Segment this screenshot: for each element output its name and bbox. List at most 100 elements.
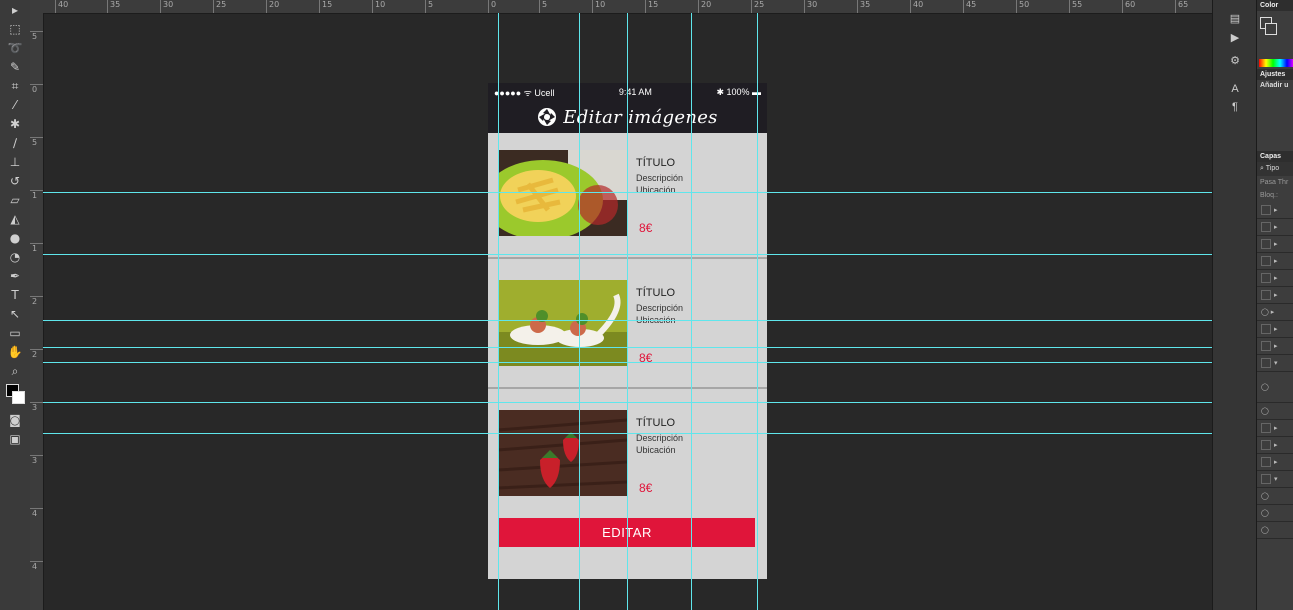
paragraph-icon[interactable]: ¶ [1213,101,1257,113]
layer-row[interactable]: ▸ [1257,338,1293,355]
paint-bucket-icon[interactable]: ◭ [4,211,26,228]
color-panel-header[interactable]: Color [1257,0,1293,11]
time-label: 9:41 AM [618,87,652,97]
ruler-top-tick: 15 [319,0,332,13]
ruler-left-tick: 0 [30,84,43,95]
path-select-icon[interactable]: ↖ [4,306,26,323]
layer-row[interactable]: ◯ [1257,403,1293,420]
carrier-label: ●●●●● ᯤ Ucell [494,87,555,98]
color-swatch-icon[interactable] [4,382,26,410]
guide-vertical[interactable] [757,13,758,610]
properties-icon[interactable]: ⚙ [1213,54,1257,67]
camera-shutter-icon [538,108,557,126]
ruler-left-tick: 2 [30,296,43,307]
type-icon[interactable]: T [4,287,26,304]
adjustments-subtitle: Añadir u [1260,82,1289,89]
adjustments-panel-header[interactable]: Ajustes [1257,69,1293,80]
layer-row[interactable]: ◯ [1257,488,1293,505]
ruler-top-tick: 50 [1016,0,1029,13]
ruler-top-tick: 10 [592,0,605,13]
item-description: Descripción [636,173,684,183]
eyedropper-icon[interactable]: ⁄ [4,97,26,114]
lasso-icon[interactable]: ➰ [4,40,26,57]
ruler-top-tick: 0 [488,0,496,13]
ruler-top: 40 35 30 25 20 15 10 5 0 5 10 15 20 25 3… [30,0,1212,14]
layer-row[interactable]: ▸ [1257,437,1293,454]
clone-stamp-icon[interactable]: ⊥ [4,154,26,171]
guide-vertical[interactable] [627,13,628,610]
hand-icon[interactable]: ✋ [4,344,26,361]
ruler-top-tick: 40 [55,0,68,13]
ruler-top-tick: 30 [160,0,173,13]
item-location: Ubicación [636,445,676,455]
guide-vertical[interactable] [579,13,580,610]
guide-vertical[interactable] [691,13,692,610]
ruler-top-tick: 30 [804,0,817,13]
strawberries-photo [498,410,627,496]
history-brush-icon[interactable]: ↺ [4,173,26,190]
layer-row[interactable]: ▾ [1257,355,1293,372]
tools-panel: ▸ ⬚ ➰ ✎ ⌗ ⁄ ✱ ∕ ⊥ ↺ ▱ ◭ ● ◔ ✒ T ↖ ▭ ✋ ⌕ … [0,0,31,610]
ruler-top-tick: 10 [372,0,385,13]
layer-row[interactable]: ▸ [1257,420,1293,437]
layer-row[interactable]: ▸ [1257,219,1293,236]
brush-icon[interactable]: ∕ [4,135,26,152]
app-title: Editar imágenes [563,106,718,128]
eraser-icon[interactable]: ▱ [4,192,26,209]
ruler-top-tick: 35 [107,0,120,13]
ruler-top-tick: 45 [963,0,976,13]
layer-row[interactable]: ▸ [1257,270,1293,287]
ruler-left-tick: 4 [30,561,43,572]
screen-mode-icon[interactable]: ▣ [4,431,26,448]
blend-mode-select[interactable]: Pasa Thr [1257,176,1293,189]
quick-mask-icon[interactable]: ◙ [4,412,26,429]
ruler-top-tick: 20 [266,0,279,13]
dodge-icon[interactable]: ◔ [4,249,26,266]
layer-row[interactable]: ▸ [1257,287,1293,304]
item-title: TÍTULO [636,287,676,299]
ruler-left-tick: 1 [30,190,43,201]
lock-label: Bloq.: [1260,192,1278,199]
item-text: TÍTULO Descripción Ubicación [636,417,683,456]
history-icon[interactable]: ▤ [1213,12,1257,25]
ruler-left-tick: 5 [30,31,43,42]
layer-row[interactable]: ▸ [1257,236,1293,253]
guide-vertical[interactable] [498,13,499,610]
ruler-left-tick: 4 [30,508,43,519]
pen-icon[interactable]: ✒ [4,268,26,285]
background-swatch[interactable] [1265,23,1277,35]
color-ramp[interactable] [1259,59,1293,67]
zoom-icon[interactable]: ⌕ [4,363,26,380]
layer-row[interactable]: ▸ [1257,202,1293,219]
appetizer-photo [498,280,627,366]
layers-panel-header[interactable]: Capas [1257,151,1293,162]
ruler-left: 5 0 5 1 1 2 2 3 3 4 4 [30,13,44,610]
layer-row[interactable]: ◯ [1257,372,1293,403]
healing-brush-icon[interactable]: ✱ [4,116,26,133]
layer-row[interactable]: ◯ [1257,505,1293,522]
color-panel [1257,11,1293,69]
ruler-left-tick: 5 [30,137,43,148]
layer-row[interactable]: ◯ [1257,522,1293,539]
character-icon[interactable]: A [1213,83,1257,95]
layer-row[interactable]: ▾ [1257,471,1293,488]
ruler-left-tick: 2 [30,349,43,360]
pasta-photo [498,150,627,236]
layer-row[interactable]: ▸ [1257,253,1293,270]
blur-icon[interactable]: ● [4,230,26,247]
rectangle-icon[interactable]: ▭ [4,325,26,342]
ruler-left-tick: 3 [30,455,43,466]
ruler-top-tick: 20 [698,0,711,13]
ruler-top-tick: 60 [1122,0,1135,13]
item-description: Descripción [636,303,684,313]
crop-icon[interactable]: ⌗ [4,78,26,95]
actions-play-icon[interactable]: ▶ [1213,31,1257,44]
layer-row[interactable]: ▸ [1257,454,1293,471]
quick-select-icon[interactable]: ✎ [4,59,26,76]
move-icon[interactable]: ▸ [4,2,26,19]
marquee-icon[interactable]: ⬚ [4,21,26,38]
layers-filter[interactable]: ⌕ Tipo [1257,162,1293,176]
layer-row[interactable]: ▸ [1257,321,1293,338]
item-price: 8€ [639,481,653,495]
layer-row[interactable]: ◯ ▸ [1257,304,1293,321]
